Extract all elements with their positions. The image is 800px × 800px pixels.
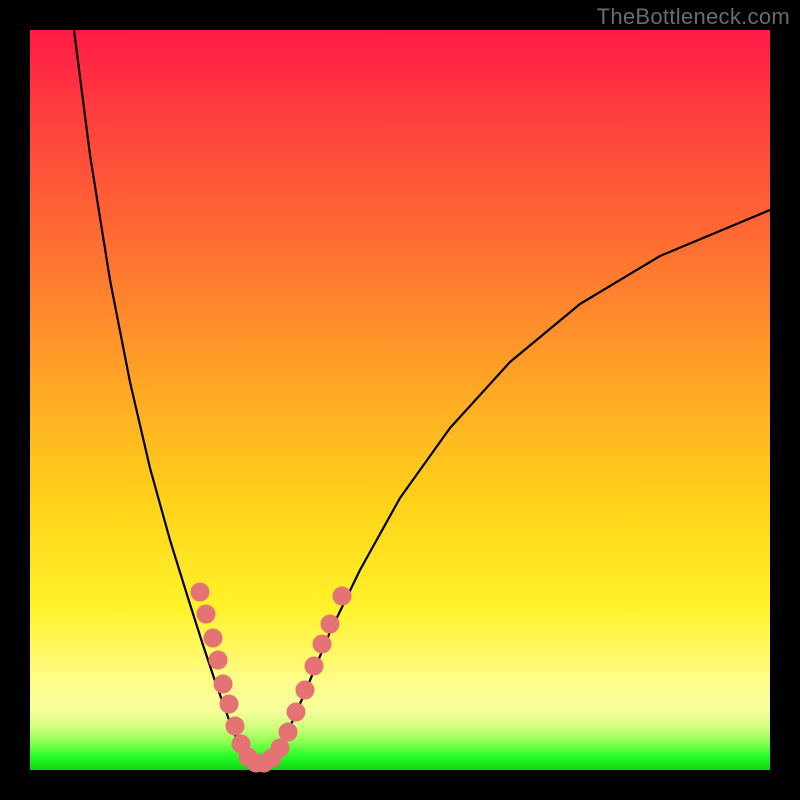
- curve-dot: [313, 635, 331, 653]
- curve-dots: [191, 583, 351, 772]
- curve-dot: [204, 629, 222, 647]
- curve-dot: [333, 587, 351, 605]
- curve-dot: [197, 605, 215, 623]
- curve-dot: [305, 657, 323, 675]
- curve-dot: [191, 583, 209, 601]
- curve-dot: [271, 739, 289, 757]
- curve-dot: [296, 681, 314, 699]
- curve-dot: [287, 703, 305, 721]
- chart-frame: TheBottleneck.com: [0, 0, 800, 800]
- bottleneck-curve: [74, 30, 770, 765]
- curve-dot: [214, 675, 232, 693]
- chart-plot-area: [30, 30, 770, 770]
- watermark-text: TheBottleneck.com: [597, 4, 790, 30]
- curve-dot: [226, 717, 244, 735]
- chart-svg: [30, 30, 770, 770]
- curve-dot: [279, 723, 297, 741]
- curve-dot: [220, 695, 238, 713]
- curve-dot: [209, 651, 227, 669]
- curve-dot: [321, 615, 339, 633]
